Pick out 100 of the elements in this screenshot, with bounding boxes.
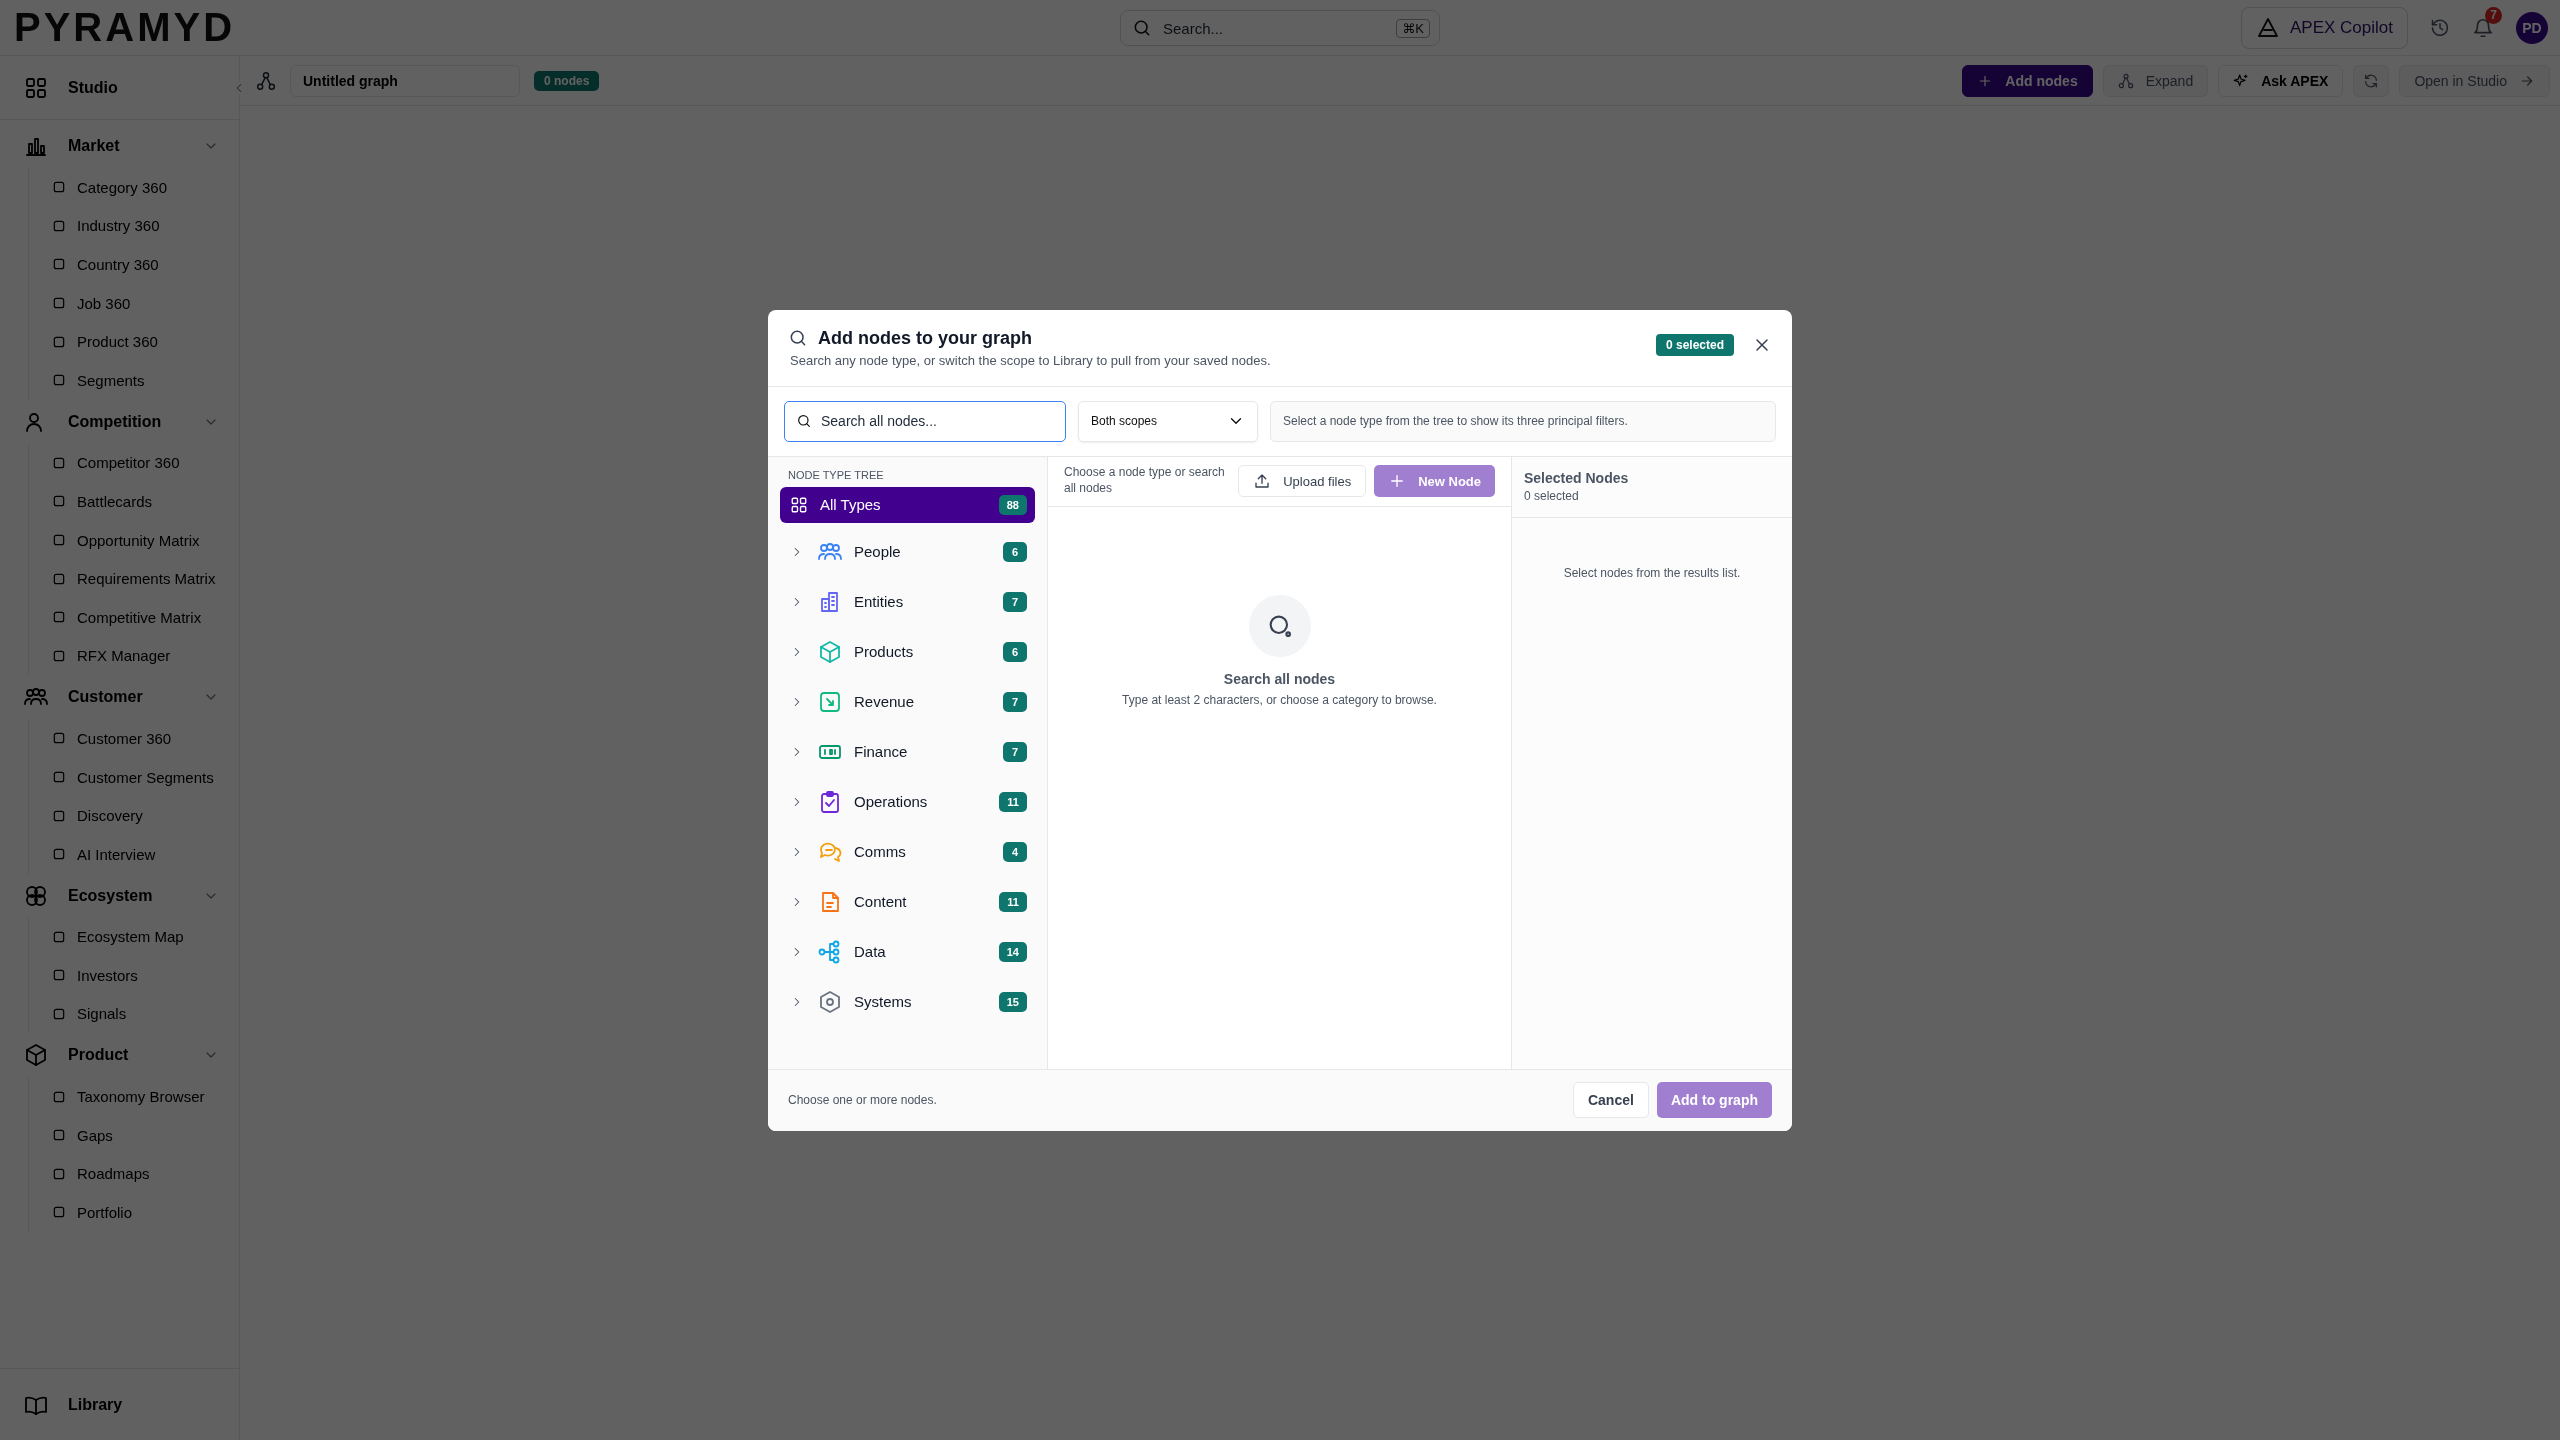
tree-item[interactable]: Revenue 7 bbox=[780, 676, 1035, 727]
tree-item[interactable]: People 6 bbox=[780, 526, 1035, 577]
count-badge: 14 bbox=[998, 941, 1027, 962]
logo[interactable]: PYRAMYD bbox=[14, 5, 236, 50]
sidebar-item[interactable]: Discovery bbox=[29, 796, 239, 835]
empty-state-title: Search all nodes bbox=[1223, 670, 1336, 687]
sidebar-label: Customer 360 bbox=[77, 729, 172, 747]
sidebar-label: Opportunity Matrix bbox=[77, 531, 200, 549]
sidebar-item[interactable]: Battlecards bbox=[29, 482, 239, 521]
sidebar-item[interactable]: Library bbox=[0, 1382, 239, 1427]
section-label: Market bbox=[68, 137, 121, 155]
sidebar-item[interactable]: AI Interview bbox=[29, 834, 239, 874]
graph-icon bbox=[256, 70, 276, 91]
sidebar-label: Country 360 bbox=[77, 256, 159, 273]
sidebar-label: Segments bbox=[77, 371, 145, 389]
toolbar-button[interactable]: Ask APEX bbox=[2218, 64, 2344, 97]
atom-icon bbox=[24, 883, 48, 908]
graph-name-field[interactable]: Untitled graph bbox=[290, 64, 520, 97]
tree-item[interactable]: All Types 88 bbox=[780, 486, 1035, 523]
sparkle-icon bbox=[2233, 72, 2250, 89]
tree-item[interactable]: Comms 4 bbox=[780, 826, 1035, 877]
sidebar-item[interactable]: Requirements Matrix bbox=[29, 559, 239, 598]
dialog-subtitle: Search any node type, or switch the scope to Library to pull from your saved nodes. bbox=[790, 352, 1272, 368]
upload-icon bbox=[1253, 472, 1272, 490]
toolbar-button[interactable]: Add nodes bbox=[1962, 64, 2093, 97]
graph-icon bbox=[2117, 72, 2134, 89]
sidebar-item[interactable]: Job 360 bbox=[29, 283, 239, 323]
search-field[interactable]: Search all nodes... bbox=[784, 400, 1066, 442]
sidebar-item[interactable]: Product 360 bbox=[29, 322, 239, 361]
search-icon bbox=[788, 328, 808, 348]
tree-item[interactable]: Entities 7 bbox=[780, 576, 1035, 627]
sidebar-label: Gaps bbox=[77, 1126, 113, 1144]
sidebar-section[interactable]: Market bbox=[0, 124, 239, 168]
sidebar-section[interactable]: Product bbox=[0, 1033, 239, 1078]
tree-item[interactable]: Systems 15 bbox=[780, 976, 1035, 1027]
sidebar-item[interactable]: Country 360 bbox=[29, 245, 239, 284]
sidebar-item[interactable]: Segments bbox=[29, 360, 239, 400]
sidebar-item[interactable]: Investors bbox=[29, 956, 239, 995]
sidebar-item[interactable]: Portfolio bbox=[29, 1193, 239, 1232]
sidebar-section[interactable]: Customer bbox=[0, 675, 239, 720]
empty-state-text: Select nodes from the results list. bbox=[1562, 565, 1742, 580]
sidebar-label: Ecosystem Map bbox=[77, 928, 184, 946]
count-badge: 88 bbox=[998, 494, 1027, 515]
tree-item[interactable]: Data 14 bbox=[780, 926, 1035, 977]
refresh-icon bbox=[2363, 72, 2380, 89]
sidebar-label: Taxonomy Browser bbox=[77, 1088, 205, 1106]
sidebar-item[interactable]: Gaps bbox=[29, 1115, 239, 1155]
search-icon bbox=[796, 413, 812, 429]
tree-item[interactable]: Content 11 bbox=[780, 876, 1035, 927]
sidebar-label: Customer Segments bbox=[77, 768, 214, 786]
sidebar-label: Studio bbox=[68, 78, 119, 97]
count-badge: 4 bbox=[1003, 841, 1027, 862]
sidebar-label: Roadmaps bbox=[77, 1165, 150, 1183]
sidebar-label: RFX Manager bbox=[77, 647, 171, 665]
sidebar-item[interactable]: Signals bbox=[29, 994, 239, 1034]
sidebar-item[interactable]: Opportunity Matrix bbox=[29, 520, 239, 560]
results-hint: Choose a node type or search all nodes bbox=[1064, 465, 1226, 497]
section-label: Product bbox=[68, 1046, 130, 1065]
scope-dropdown[interactable]: Both scopes bbox=[1078, 400, 1258, 442]
sidebar-label: Product 360 bbox=[77, 333, 158, 351]
tree-item[interactable]: Products 6 bbox=[780, 626, 1035, 677]
square-icon bbox=[51, 769, 67, 785]
grid-icon bbox=[24, 75, 48, 100]
sidebar-item[interactable]: Competitor 360 bbox=[29, 443, 239, 483]
sidebar-label: Competitor 360 bbox=[77, 454, 180, 472]
tree-item[interactable]: Finance 7 bbox=[780, 726, 1035, 777]
sidebar-label: Portfolio bbox=[77, 1203, 133, 1221]
sidebar-item[interactable]: Industry 360 bbox=[29, 206, 239, 246]
sidebar-item[interactable]: RFX Manager bbox=[29, 636, 239, 676]
count-badge: 7 bbox=[1003, 691, 1027, 712]
cancel-button[interactable]: Cancel bbox=[1572, 1082, 1649, 1118]
sidebar-item[interactable]: Customer Segments bbox=[29, 757, 239, 797]
sidebar-label: Competitive Matrix bbox=[77, 608, 202, 626]
count-badge: 11 bbox=[999, 891, 1027, 912]
copilot-button[interactable]: APEX Copilot bbox=[2241, 6, 2408, 49]
footer-hint: Choose one or more nodes. bbox=[788, 1093, 938, 1107]
count-badge: 11 bbox=[999, 791, 1027, 812]
node-count-badge: 0 nodes bbox=[534, 70, 600, 91]
sidebar-item[interactable]: Category 360 bbox=[29, 168, 239, 207]
filter-hint: Select a node type from the tree to show its three principal filters. bbox=[1270, 400, 1776, 442]
sidebar-label: Signals bbox=[77, 1005, 127, 1023]
sidebar-item[interactable]: Ecosystem Map bbox=[29, 917, 239, 957]
section-label: Customer bbox=[68, 688, 144, 707]
sidebar-label: Investors bbox=[77, 966, 138, 984]
sidebar-label: Industry 360 bbox=[77, 217, 160, 235]
history-icon[interactable] bbox=[2430, 17, 2450, 38]
sidebar-item[interactable]: Competitive Matrix bbox=[29, 597, 239, 637]
tree-item[interactable]: Operations 11 bbox=[780, 776, 1035, 827]
section-label: Competition bbox=[68, 412, 163, 431]
sidebar-item[interactable]: Customer 360 bbox=[29, 719, 239, 758]
sidebar-section[interactable]: Competition bbox=[0, 399, 239, 444]
sidebar-item[interactable]: Taxonomy Browser bbox=[29, 1077, 239, 1116]
sidebar-item[interactable]: Roadmaps bbox=[29, 1154, 239, 1194]
panel-heading: NODE TYPE TREE bbox=[787, 468, 885, 483]
sidebar-label: Job 360 bbox=[77, 294, 131, 312]
sidebar-section[interactable]: Ecosystem bbox=[0, 873, 239, 918]
cube-icon bbox=[24, 1043, 48, 1068]
sidebar-label: Requirements Matrix bbox=[77, 570, 216, 588]
upload-button[interactable]: Upload files bbox=[1238, 465, 1367, 497]
avatar[interactable]: PD bbox=[2516, 11, 2548, 44]
